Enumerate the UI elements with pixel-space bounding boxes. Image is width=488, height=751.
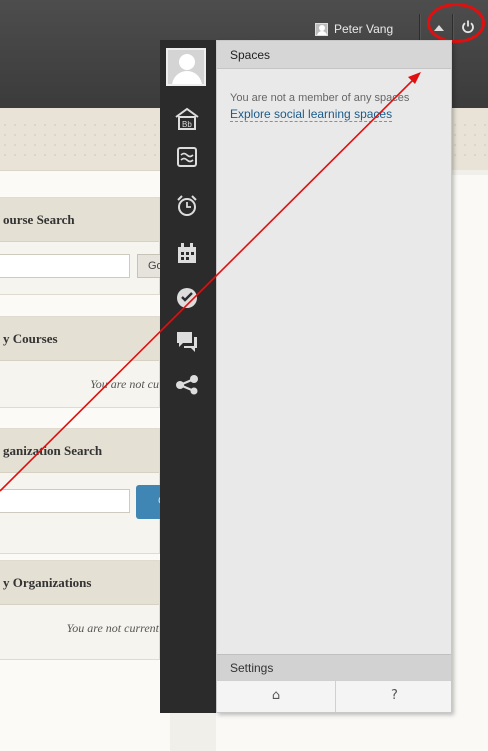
user-avatar-icon bbox=[315, 22, 328, 36]
my-courses-module: y Courses You are not cu bbox=[0, 316, 160, 408]
network-icon[interactable] bbox=[174, 371, 200, 397]
my-organizations-module: y Organizations You are not current bbox=[0, 560, 160, 660]
annotation-circle bbox=[427, 3, 485, 43]
course-search-input[interactable] bbox=[0, 254, 130, 278]
page-content-edge bbox=[452, 175, 488, 751]
svg-text:Bb: Bb bbox=[182, 120, 192, 129]
grades-icon[interactable] bbox=[174, 285, 200, 311]
my-courses-title: y Courses bbox=[0, 317, 159, 361]
spaces-panel: Spaces You are not a member of any space… bbox=[216, 40, 452, 713]
home-icon[interactable]: ⌂ bbox=[217, 681, 335, 712]
user-name: Peter Vang bbox=[334, 22, 394, 36]
organization-search-title: ganization Search bbox=[0, 429, 159, 473]
my-courses-empty-text: You are not cu bbox=[90, 377, 159, 391]
posts-icon[interactable] bbox=[174, 144, 200, 170]
help-button[interactable]: ? bbox=[335, 681, 453, 712]
settings-bar[interactable]: Settings bbox=[217, 654, 451, 680]
global-nav-dock: Bb bbox=[160, 40, 216, 713]
calendar-icon[interactable] bbox=[174, 241, 200, 267]
alarm-clock-icon[interactable] bbox=[174, 193, 200, 219]
course-search-title: ourse Search bbox=[0, 198, 159, 242]
spaces-empty-message: You are not a member of any spaces bbox=[230, 92, 410, 104]
spaces-title: Spaces bbox=[217, 41, 451, 69]
user-menu[interactable]: Peter Vang bbox=[315, 22, 393, 36]
spaces-footer: ⌂ ? bbox=[217, 680, 451, 712]
profile-avatar[interactable] bbox=[166, 48, 206, 86]
page-content-edge bbox=[216, 713, 488, 751]
explore-spaces-link[interactable]: Explore social learning spaces bbox=[230, 107, 393, 122]
organization-search-module: ganization Search G bbox=[0, 428, 170, 554]
left-module-column: ourse Search Go y Courses You are not cu… bbox=[0, 170, 170, 751]
blackboard-home-icon[interactable]: Bb bbox=[174, 106, 200, 132]
my-organizations-empty-text: You are not current bbox=[66, 621, 159, 635]
course-search-module: ourse Search Go bbox=[0, 197, 167, 295]
my-organizations-title: y Organizations bbox=[0, 561, 159, 605]
messages-icon[interactable] bbox=[174, 328, 200, 354]
organization-search-input[interactable] bbox=[0, 489, 130, 513]
